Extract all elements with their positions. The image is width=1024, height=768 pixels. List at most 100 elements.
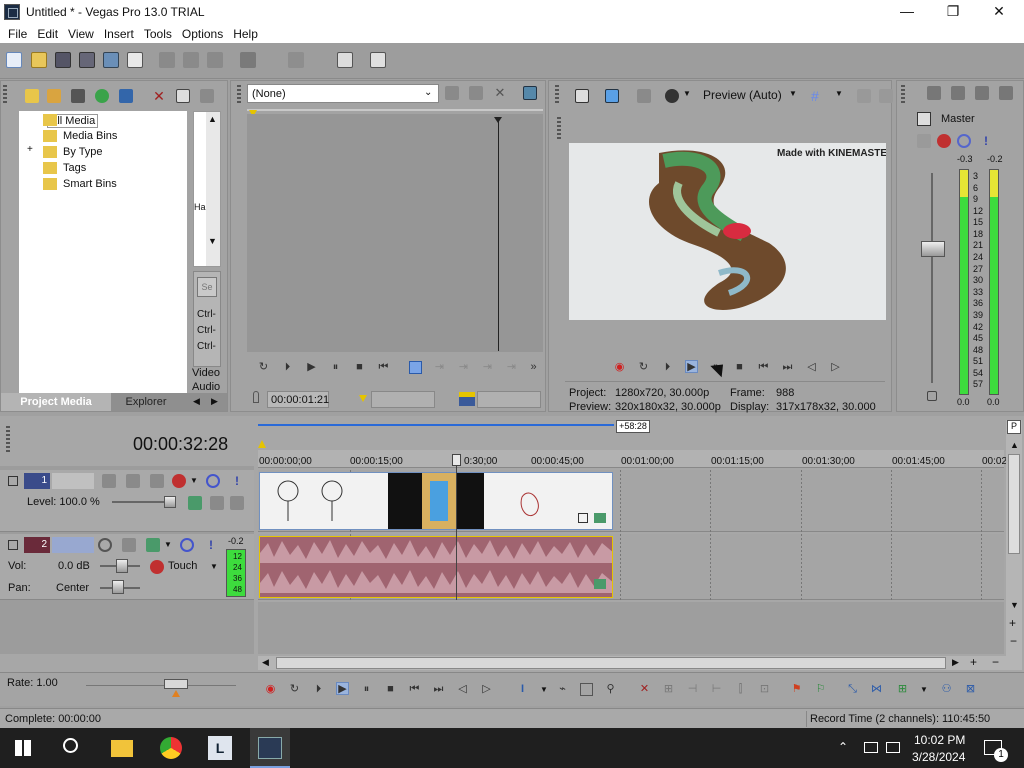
zoom-in-icon[interactable]: +	[970, 655, 977, 669]
auto-ripple-icon[interactable]: ⤡	[846, 683, 859, 696]
close-button[interactable]: ✕	[976, 0, 1022, 24]
scroll-thumb[interactable]	[1008, 454, 1020, 554]
automation-icon[interactable]	[150, 560, 164, 574]
track-minimize-icon[interactable]	[8, 476, 18, 486]
show-hidden-icons[interactable]: ⌃	[838, 740, 848, 754]
tab-explorer[interactable]: Explorer	[115, 393, 177, 411]
record-icon[interactable]: ◉	[264, 683, 277, 696]
audio-track-number[interactable]: 2	[24, 537, 50, 553]
envelope-tool-icon[interactable]: ⌁	[556, 683, 569, 696]
panel-grip[interactable]	[555, 85, 559, 103]
stop-icon[interactable]: ■	[384, 683, 397, 696]
scroll-down-icon[interactable]: ▼	[208, 236, 217, 246]
clip-fx-icon[interactable]	[594, 579, 606, 589]
tree-item-by-type[interactable]: By Type	[63, 146, 103, 158]
video-track-number[interactable]: 1	[24, 473, 50, 489]
delete-icon[interactable]: ✕	[638, 683, 651, 696]
remove-media-icon[interactable]: ✕	[152, 89, 166, 103]
menu-view[interactable]: View	[64, 27, 100, 41]
search-box[interactable]: Se	[197, 277, 217, 297]
menu-tools[interactable]: Tools	[140, 27, 178, 41]
new-project-icon[interactable]	[6, 52, 22, 68]
arm-record-icon[interactable]	[98, 538, 112, 552]
audio-track-name-field[interactable]	[52, 537, 94, 553]
child-track-icon[interactable]	[230, 496, 244, 510]
scroll-left-icon[interactable]: ◀	[262, 657, 269, 668]
panel-grip[interactable]	[3, 85, 7, 103]
track-fx-settings-icon[interactable]	[172, 474, 186, 488]
help-pointer-icon[interactable]	[370, 52, 386, 68]
audio-fx-icon[interactable]	[146, 538, 160, 552]
clip-fx-icon[interactable]	[594, 513, 606, 523]
chevron-down-icon[interactable]: ▼	[210, 562, 218, 571]
maximize-button[interactable]: ❐	[930, 0, 976, 24]
play-icon[interactable]: ▶	[685, 360, 698, 373]
go-to-end-icon[interactable]: ⏭	[781, 361, 794, 374]
media-fx-icon[interactable]	[200, 89, 214, 103]
solo-icon[interactable]: !	[204, 538, 218, 552]
volume-icon[interactable]	[886, 742, 900, 753]
master-fx-icon[interactable]	[917, 134, 931, 148]
scroll-thumb[interactable]	[276, 657, 946, 669]
zoom-tool-icon[interactable]: ⚲	[604, 683, 617, 696]
tree-item-tags[interactable]: Tags	[63, 162, 86, 174]
trimmer-dropdown[interactable]: (None) ⌄	[247, 84, 439, 103]
zoom-in-icon[interactable]: +	[1009, 616, 1016, 630]
chevron-down-icon[interactable]: ▼	[835, 89, 843, 98]
import-media-icon[interactable]	[25, 89, 39, 103]
play-from-start-icon[interactable]: ⏵	[312, 683, 325, 696]
trim-start-icon[interactable]: ⊣	[686, 683, 699, 696]
more-icon[interactable]: »	[527, 361, 540, 374]
app-l-icon[interactable]: L	[208, 736, 232, 760]
paste-icon[interactable]	[207, 52, 223, 68]
go-to-start-icon[interactable]: ⏮	[757, 361, 770, 374]
extract-audio-icon[interactable]	[71, 89, 85, 103]
lock-icon[interactable]	[927, 391, 937, 401]
copy-icon[interactable]	[183, 52, 199, 68]
track-fx-icon[interactable]	[150, 474, 164, 488]
redo-icon[interactable]	[288, 52, 304, 68]
solo-icon[interactable]: !	[979, 134, 993, 148]
playhead-handle[interactable]	[452, 454, 461, 466]
file-explorer-icon[interactable]	[111, 740, 133, 757]
motion-icon[interactable]	[102, 474, 116, 488]
next-frame-icon[interactable]: ▷	[480, 683, 493, 696]
loop-icon[interactable]: ↻	[288, 683, 301, 696]
trim-end-icon[interactable]: ⊢	[710, 683, 723, 696]
media-properties-icon[interactable]	[176, 89, 190, 103]
preview-fx-icon[interactable]	[637, 89, 651, 103]
panel-grip[interactable]	[557, 117, 561, 139]
selection-tool-icon[interactable]	[580, 683, 593, 696]
add-to-timeline-icon[interactable]: ⇥	[433, 361, 446, 374]
mute-icon[interactable]	[206, 474, 220, 488]
timeline-vertical-scrollbar[interactable]: P ▲ ▼ + −	[1006, 420, 1022, 670]
compositing-icon[interactable]	[126, 474, 140, 488]
solo-icon[interactable]: !	[230, 474, 244, 488]
level-slider-handle[interactable]	[164, 496, 176, 508]
network-icon[interactable]	[864, 742, 878, 753]
trimmer-monitor-icon[interactable]	[523, 86, 537, 100]
get-media-web-icon[interactable]	[95, 89, 109, 103]
pause-icon[interactable]: ⏸	[360, 683, 373, 696]
expand-icon[interactable]: +	[27, 144, 33, 155]
video-track-name-field[interactable]	[52, 473, 94, 489]
tree-item-smart-bins[interactable]: Smart Bins	[63, 178, 117, 190]
video-clip[interactable]	[259, 472, 613, 530]
chevron-down-icon[interactable]: ▼	[190, 476, 198, 485]
menu-options[interactable]: Options	[178, 27, 229, 41]
edit-tool-icon[interactable]: I	[516, 683, 529, 696]
mute-icon[interactable]	[180, 538, 194, 552]
chrome-icon[interactable]	[160, 737, 182, 759]
start-icon[interactable]	[15, 740, 31, 756]
downmix-icon[interactable]	[951, 86, 965, 100]
scroll-up-icon[interactable]: ▲	[208, 114, 217, 124]
insert-marker-icon[interactable]: ⚑	[790, 683, 803, 696]
menu-insert[interactable]: Insert	[100, 27, 140, 41]
timeline-horizontal-scrollbar[interactable]: ◀ ▶ + −	[258, 655, 1006, 670]
loop-icon[interactable]: ↻	[637, 361, 650, 374]
render-as-icon[interactable]	[103, 52, 119, 68]
scroll-up-icon[interactable]: ▲	[1010, 440, 1019, 450]
add-to-timeline-icon[interactable]: ⇥	[457, 361, 470, 374]
marker-flag-icon[interactable]: P	[1007, 420, 1021, 434]
panel-grip[interactable]	[901, 85, 905, 103]
